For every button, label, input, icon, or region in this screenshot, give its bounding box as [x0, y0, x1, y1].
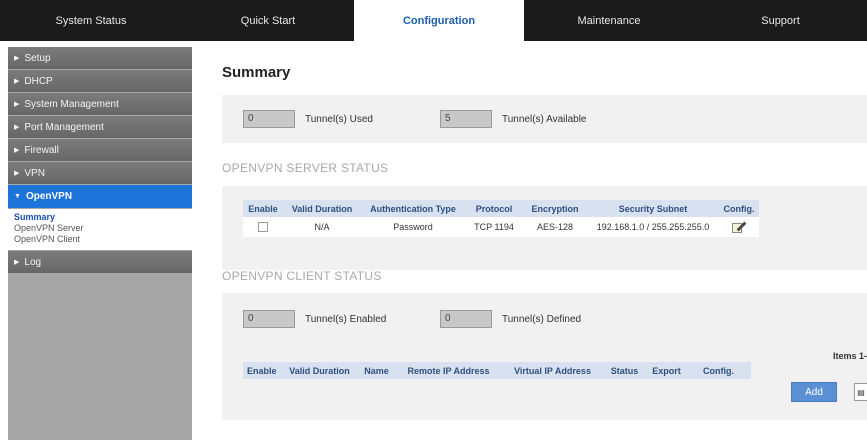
sidebar-item-label: Log [24, 256, 42, 268]
sidebar-item-openvpn[interactable]: ▼ OpenVPN [8, 185, 192, 208]
submenu-item-openvpn-client[interactable]: OpenVPN Client [14, 234, 192, 245]
tunnels-defined-value: 0 [440, 310, 492, 328]
column-header: Encryption [523, 200, 587, 217]
column-header: Config. [719, 200, 759, 217]
table-header-row: Enable Valid Duration Authentication Typ… [243, 200, 759, 217]
column-header: Remote IP Address [394, 362, 503, 379]
column-header: Export [646, 362, 687, 379]
tunnels-enabled-value: 0 [243, 310, 295, 328]
submenu-item-summary[interactable]: Summary [14, 212, 192, 223]
caret-right-icon: ▶ [14, 78, 20, 85]
tunnel-usage-panel: 0 Tunnel(s) Used 5 Tunnel(s) Available [222, 95, 867, 143]
sidebar: ▶ Setup ▶ DHCP ▶ System Management ▶ Por… [8, 47, 192, 440]
column-header: Protocol [465, 200, 523, 217]
sidebar-item-label: Firewall [24, 144, 59, 156]
client-status-panel: 0 Tunnel(s) Enabled 0 Tunnel(s) Defined … [222, 293, 867, 420]
sidebar-item-label: Port Management [24, 121, 104, 133]
valid-duration-cell: N/A [283, 217, 361, 237]
protocol-cell: TCP 1194 [465, 217, 523, 237]
sidebar-item-setup[interactable]: ▶ Setup [8, 47, 192, 69]
client-status-heading: OPENVPN CLIENT STATUS [222, 269, 382, 283]
encryption-cell: AES-128 [523, 217, 587, 237]
import-icon[interactable]: ▤ [854, 383, 867, 401]
tunnels-used-label: Tunnel(s) Used [305, 114, 373, 125]
tunnels-used-value: 0 [243, 110, 295, 128]
top-nav: System Status Quick Start Configuration … [0, 0, 867, 41]
table-row: N/A Password TCP 1194 AES-128 192.168.1.… [243, 217, 759, 237]
sidebar-item-label: System Management [24, 98, 119, 110]
tab-quick-start[interactable]: Quick Start [182, 0, 354, 41]
column-header: Virtual IP Address [502, 362, 603, 379]
sidebar-item-system-management[interactable]: ▶ System Management [8, 93, 192, 115]
sidebar-item-firewall[interactable]: ▶ Firewall [8, 139, 192, 161]
main-content: Summary 0 Tunnel(s) Used 5 Tunnel(s) Ava… [222, 47, 867, 440]
tab-configuration[interactable]: Configuration [354, 0, 524, 41]
tab-support[interactable]: Support [694, 0, 867, 41]
caret-right-icon: ▶ [14, 55, 20, 62]
sidebar-item-label: DHCP [24, 75, 53, 87]
sidebar-item-log[interactable]: ▶ Log [8, 251, 192, 273]
server-status-panel: Enable Valid Duration Authentication Typ… [222, 186, 867, 270]
add-button[interactable]: Add [791, 382, 837, 402]
edit-icon[interactable] [732, 221, 747, 233]
column-header: Enable [243, 362, 281, 379]
auth-type-cell: Password [361, 217, 465, 237]
tab-system-status[interactable]: System Status [0, 0, 182, 41]
tunnels-available-label: Tunnel(s) Available [502, 114, 587, 125]
column-header: Status [602, 362, 647, 379]
enable-checkbox[interactable] [258, 222, 268, 233]
column-header: Valid Duration [283, 200, 361, 217]
tunnels-available-value: 5 [440, 110, 492, 128]
column-header: Config. [686, 362, 751, 379]
sidebar-item-port-management[interactable]: ▶ Port Management [8, 116, 192, 138]
sidebar-item-vpn[interactable]: ▶ VPN [8, 162, 192, 184]
items-count-label: Items 1- [832, 351, 867, 361]
server-status-heading: OPENVPN SERVER STATUS [222, 161, 389, 175]
submenu-item-openvpn-server[interactable]: OpenVPN Server [14, 223, 192, 234]
caret-right-icon: ▶ [14, 124, 20, 131]
security-subnet-cell: 192.168.1.0 / 255.255.255.0 [587, 217, 719, 237]
caret-right-icon: ▶ [14, 170, 20, 177]
caret-right-icon: ▶ [14, 259, 20, 266]
sidebar-item-label: Setup [24, 52, 51, 64]
tunnels-defined-label: Tunnel(s) Defined [502, 314, 582, 325]
sidebar-item-dhcp[interactable]: ▶ DHCP [8, 70, 192, 92]
page-title: Summary [222, 64, 291, 81]
client-status-table: Enable Valid Duration Name Remote IP Add… [243, 362, 751, 379]
caret-right-icon: ▶ [14, 147, 20, 154]
sidebar-item-label: VPN [24, 167, 45, 179]
caret-down-icon: ▼ [14, 193, 21, 200]
tab-maintenance[interactable]: Maintenance [524, 0, 694, 41]
column-header: Valid Duration [280, 362, 359, 379]
column-header: Enable [243, 200, 283, 217]
table-header-row: Enable Valid Duration Name Remote IP Add… [243, 362, 751, 379]
column-header: Authentication Type [361, 200, 465, 217]
config-cell [719, 217, 759, 237]
column-header: Name [358, 362, 395, 379]
column-header: Security Subnet [587, 200, 719, 217]
sidebar-item-label: OpenVPN [25, 191, 73, 202]
tunnels-enabled-label: Tunnel(s) Enabled [305, 314, 387, 325]
enable-cell [243, 217, 283, 237]
server-status-table: Enable Valid Duration Authentication Typ… [243, 200, 759, 237]
sidebar-submenu-openvpn: Summary OpenVPN Server OpenVPN Client [8, 209, 192, 250]
caret-right-icon: ▶ [14, 101, 20, 108]
